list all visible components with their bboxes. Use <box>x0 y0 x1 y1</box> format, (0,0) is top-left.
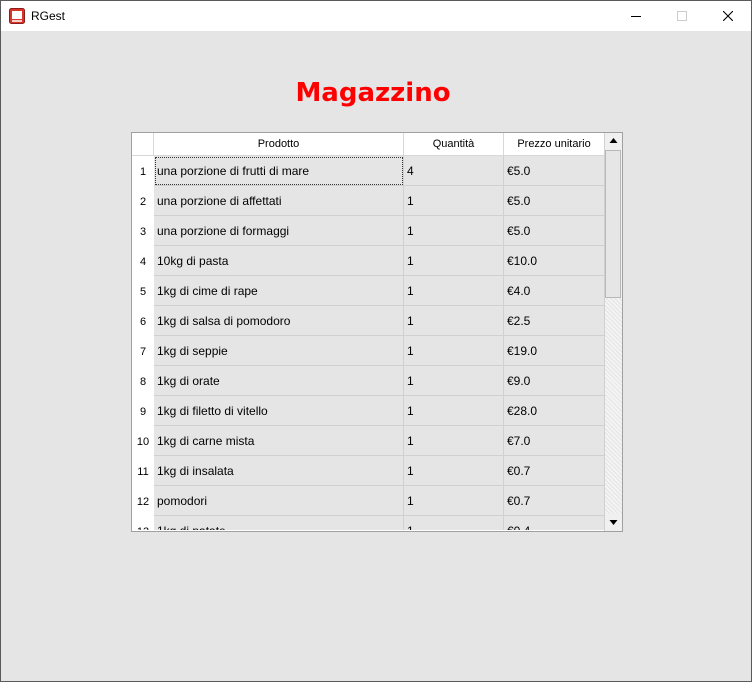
cell-product[interactable]: 1kg di insalata <box>154 456 404 486</box>
table-row[interactable]: 9 1kg di filetto di vitello 1 €28.0 <box>132 396 604 426</box>
cell-product[interactable]: pomodori <box>154 486 404 516</box>
table-row[interactable]: 2 una porzione di affettati 1 €5.0 <box>132 186 604 216</box>
close-icon <box>723 11 733 21</box>
cell-product[interactable]: 1kg di carne mista <box>154 426 404 456</box>
row-number[interactable]: 1 <box>132 156 154 186</box>
cell-quantity[interactable]: 1 <box>404 426 504 456</box>
cell-unit-price[interactable]: €0.7 <box>504 456 604 486</box>
cell-product[interactable]: una porzione di formaggi <box>154 216 404 246</box>
corner-header[interactable] <box>132 133 154 155</box>
table-header: Prodotto Quantità Prezzo unitario <box>132 133 604 156</box>
cell-product[interactable]: 1kg di cime di rape <box>154 276 404 306</box>
cell-unit-price[interactable]: €10.0 <box>504 246 604 276</box>
cell-product[interactable]: 1kg di salsa di pomodoro <box>154 306 404 336</box>
cell-quantity[interactable]: 1 <box>404 306 504 336</box>
vertical-scrollbar[interactable] <box>604 133 622 531</box>
minimize-icon <box>631 16 641 17</box>
cell-unit-price[interactable]: €5.0 <box>504 156 604 186</box>
cell-unit-price[interactable]: €5.0 <box>504 186 604 216</box>
app-icon <box>9 8 25 24</box>
cell-unit-price[interactable]: €19.0 <box>504 336 604 366</box>
arrow-up-icon <box>609 138 618 143</box>
table-row[interactable]: 131kg di patate1€0.4 <box>132 516 604 530</box>
cell-quantity[interactable]: 4 <box>404 156 504 186</box>
table-row[interactable]: 11 1kg di insalata 1 €0.7 <box>132 456 604 486</box>
row-number[interactable]: 7 <box>132 336 154 366</box>
window-title: RGest <box>31 9 66 23</box>
cell-unit-price[interactable]: €9.0 <box>504 366 604 396</box>
row-number[interactable]: 8 <box>132 366 154 396</box>
table-row[interactable]: 1 una porzione di frutti di mare 4 €5.0 <box>132 156 604 186</box>
cell-product[interactable]: 10kg di pasta <box>154 246 404 276</box>
close-button[interactable] <box>705 1 751 31</box>
cell-quantity[interactable]: 1 <box>404 246 504 276</box>
table-row[interactable]: 3 una porzione di formaggi 1 €5.0 <box>132 216 604 246</box>
cell-quantity[interactable]: 1 <box>404 186 504 216</box>
minimize-button[interactable] <box>613 1 659 31</box>
cell-unit-price[interactable]: €5.0 <box>504 216 604 246</box>
column-header-product[interactable]: Prodotto <box>154 133 404 155</box>
arrow-down-icon <box>609 520 618 525</box>
scroll-track[interactable] <box>605 298 622 514</box>
maximize-button[interactable] <box>659 1 705 31</box>
table-row[interactable]: 10 1kg di carne mista 1 €7.0 <box>132 426 604 456</box>
maximize-icon <box>677 11 687 21</box>
table-row[interactable]: 12 pomodori 1 €0.7 <box>132 486 604 516</box>
row-number[interactable]: 11 <box>132 456 154 486</box>
table-row[interactable]: 6 1kg di salsa di pomodoro 1 €2.5 <box>132 306 604 336</box>
row-number[interactable]: 6 <box>132 306 154 336</box>
page-title: Magazzino <box>295 78 451 108</box>
table-row[interactable]: 5 1kg di cime di rape 1 €4.0 <box>132 276 604 306</box>
cell-quantity[interactable]: 1 <box>404 516 504 530</box>
table-row[interactable]: 8 1kg di orate 1 €9.0 <box>132 366 604 396</box>
cell-unit-price[interactable]: €0.7 <box>504 486 604 516</box>
scroll-up-button[interactable] <box>605 133 622 149</box>
row-number[interactable]: 10 <box>132 426 154 456</box>
inventory-table: Prodotto Quantità Prezzo unitario 1 una p… <box>131 132 623 532</box>
cell-quantity[interactable]: 1 <box>404 336 504 366</box>
column-header-unit-price[interactable]: Prezzo unitario <box>504 133 604 155</box>
cell-unit-price[interactable]: €2.5 <box>504 306 604 336</box>
cell-product[interactable]: 1kg di patate <box>154 516 404 530</box>
table-row[interactable]: 4 10kg di pasta 1 €10.0 <box>132 246 604 276</box>
cell-quantity[interactable]: 1 <box>404 366 504 396</box>
cell-product[interactable]: 1kg di orate <box>154 366 404 396</box>
row-number[interactable]: 12 <box>132 486 154 516</box>
cell-quantity[interactable]: 1 <box>404 276 504 306</box>
cell-unit-price[interactable]: €4.0 <box>504 276 604 306</box>
row-number[interactable]: 4 <box>132 246 154 276</box>
table-row[interactable]: 7 1kg di seppie 1 €19.0 <box>132 336 604 366</box>
title-bar[interactable]: RGest <box>1 1 751 31</box>
scroll-thumb[interactable] <box>605 150 621 298</box>
cell-quantity[interactable]: 1 <box>404 216 504 246</box>
table-body: 1 una porzione di frutti di mare 4 €5.0 2 una… <box>132 156 604 530</box>
cell-quantity[interactable]: 1 <box>404 456 504 486</box>
row-number[interactable]: 5 <box>132 276 154 306</box>
column-header-quantity[interactable]: Quantità <box>404 133 504 155</box>
scroll-down-button[interactable] <box>605 514 622 530</box>
cell-product[interactable]: una porzione di frutti di mare <box>154 156 404 186</box>
cell-product[interactable]: 1kg di filetto di vitello <box>154 396 404 426</box>
cell-unit-price[interactable]: €0.4 <box>504 516 604 530</box>
app-window: RGest Magazzino Prodotto Quantità Prezzo… <box>0 0 752 682</box>
cell-quantity[interactable]: 1 <box>404 486 504 516</box>
row-number[interactable]: 9 <box>132 396 154 426</box>
cell-quantity[interactable]: 1 <box>404 396 504 426</box>
cell-product[interactable]: una porzione di affettati <box>154 186 404 216</box>
row-number[interactable]: 13 <box>132 516 154 530</box>
cell-unit-price[interactable]: €28.0 <box>504 396 604 426</box>
row-number[interactable]: 3 <box>132 216 154 246</box>
cell-unit-price[interactable]: €7.0 <box>504 426 604 456</box>
row-number[interactable]: 2 <box>132 186 154 216</box>
cell-product[interactable]: 1kg di seppie <box>154 336 404 366</box>
